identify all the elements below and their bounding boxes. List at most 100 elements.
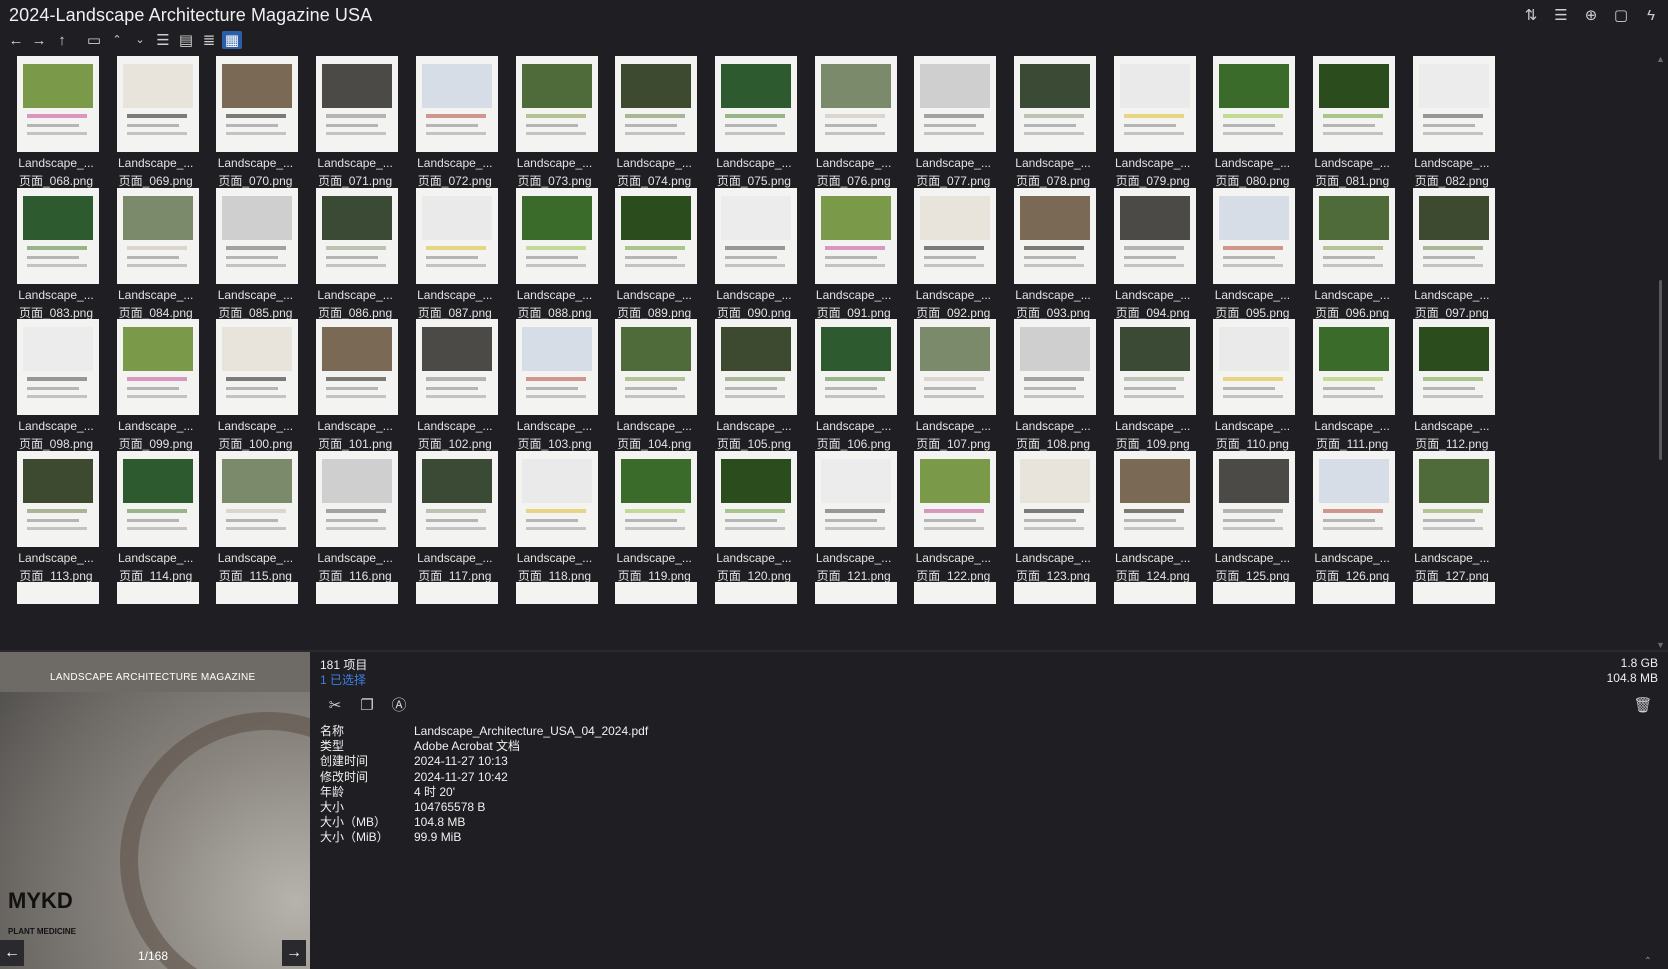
thumbnail-item[interactable]: Landscape_... 页面_078.png: [1001, 52, 1105, 188]
thumbnail-item[interactable]: Landscape_... 页面_106.png: [802, 315, 906, 451]
thumbnail-item[interactable]: Landscape_... 页面_123.png: [1001, 447, 1105, 583]
thumbnail-item[interactable]: [4, 578, 108, 652]
thumbnail-item[interactable]: Landscape_... 页面_072.png: [403, 52, 507, 188]
tree-view-icon[interactable]: ≣: [199, 31, 219, 49]
thumbnail-item[interactable]: Landscape_... 页面_087.png: [403, 184, 507, 320]
page-thumbnail[interactable]: [1014, 56, 1096, 152]
thumbnail-item[interactable]: [602, 578, 706, 652]
page-thumbnail[interactable]: [814, 450, 897, 547]
thumbnail-item[interactable]: Landscape_... 页面_077.png: [901, 52, 1005, 188]
thumbnail-item[interactable]: Landscape_... 页面_117.png: [403, 447, 507, 583]
thumbnail-item[interactable]: Landscape_... 页面_069.png: [104, 52, 208, 188]
page-thumbnail[interactable]: [116, 56, 199, 152]
thumbnail-item[interactable]: Landscape_... 页面_080.png: [1200, 52, 1304, 188]
forward-arrow-icon[interactable]: →: [29, 31, 49, 49]
thumbnail-item[interactable]: [1300, 578, 1404, 652]
page-thumbnail[interactable]: [714, 319, 797, 415]
page-thumbnail[interactable]: [515, 56, 598, 152]
page-thumbnail[interactable]: [316, 582, 399, 604]
page-thumbnail[interactable]: [1014, 319, 1096, 415]
page-thumbnail[interactable]: [714, 582, 797, 604]
thumbnail-item[interactable]: [104, 578, 208, 652]
page-thumbnail[interactable]: [1412, 56, 1495, 152]
page-thumbnail[interactable]: [216, 319, 299, 415]
page-thumbnail[interactable]: [914, 319, 997, 415]
thumbnail-item[interactable]: Landscape_... 页面_104.png: [602, 315, 706, 451]
next-page-button[interactable]: →: [282, 940, 306, 966]
page-thumbnail[interactable]: [116, 319, 199, 415]
thumbnail-item[interactable]: [303, 578, 407, 652]
page-thumbnail[interactable]: [415, 56, 498, 152]
thumbnail-item[interactable]: Landscape_... 页面_074.png: [602, 52, 706, 188]
page-thumbnail[interactable]: [1014, 187, 1096, 284]
thumbnail-item[interactable]: [702, 578, 806, 652]
page-thumbnail[interactable]: [1213, 450, 1296, 547]
thumbnail-item[interactable]: Landscape_... 页面_092.png: [901, 184, 1005, 320]
page-thumbnail[interactable]: [1213, 56, 1296, 152]
thumbnail-item[interactable]: Landscape_... 页面_088.png: [503, 184, 607, 320]
page-thumbnail[interactable]: [17, 56, 99, 152]
page-thumbnail[interactable]: [1113, 582, 1196, 604]
sort-icon[interactable]: ⇅: [1522, 6, 1540, 24]
lightning-icon[interactable]: ϟ: [1642, 6, 1660, 24]
page-thumbnail[interactable]: [615, 450, 698, 547]
page-thumbnail[interactable]: [415, 319, 498, 415]
page-thumbnail[interactable]: [116, 450, 199, 547]
page-thumbnail[interactable]: [1213, 187, 1296, 284]
up-arrow-icon[interactable]: ↑: [52, 31, 72, 49]
page-thumbnail[interactable]: [1313, 582, 1396, 604]
thumbnail-item[interactable]: Landscape_... 页面_085.png: [203, 184, 307, 320]
collapse-icon[interactable]: ⌃: [1644, 956, 1652, 967]
back-arrow-icon[interactable]: ←: [6, 31, 26, 49]
thumbnail-item[interactable]: Landscape_... 页面_108.png: [1001, 315, 1105, 451]
page-thumbnail[interactable]: [116, 187, 199, 284]
page-thumbnail[interactable]: [17, 319, 99, 415]
clipboard-icon[interactable]: ▢: [1612, 6, 1630, 24]
page-thumbnail[interactable]: [17, 450, 99, 547]
thumbnail-item[interactable]: Landscape_... 页面_091.png: [802, 184, 906, 320]
thumbnail-item[interactable]: Landscape_... 页面_102.png: [403, 315, 507, 451]
thumbnail-item[interactable]: Landscape_... 页面_098.png: [4, 315, 108, 451]
chevron-down-icon[interactable]: ⌄: [130, 31, 150, 49]
vertical-scrollbar[interactable]: ▲ ▼: [1654, 52, 1668, 652]
page-thumbnail[interactable]: [1313, 56, 1396, 152]
thumbnail-item[interactable]: Landscape_... 页面_076.png: [802, 52, 906, 188]
page-thumbnail[interactable]: [1213, 319, 1296, 415]
thumbnail-item[interactable]: Landscape_... 页面_119.png: [602, 447, 706, 583]
copy-icon[interactable]: ❐: [358, 696, 376, 714]
thumbnail-item[interactable]: [503, 578, 607, 652]
page-thumbnail[interactable]: [1313, 319, 1396, 415]
page-thumbnail[interactable]: [515, 450, 598, 547]
page-thumbnail[interactable]: [316, 450, 399, 547]
thumbnail-item[interactable]: Landscape_... 页面_068.png: [4, 52, 108, 188]
page-thumbnail[interactable]: [1313, 187, 1396, 284]
page-thumbnail[interactable]: [615, 187, 698, 284]
thumbnail-item[interactable]: [1200, 578, 1304, 652]
thumbnail-item[interactable]: Landscape_... 页面_125.png: [1200, 447, 1304, 583]
delete-icon[interactable]: 🗑: [1633, 696, 1652, 714]
thumbnail-item[interactable]: Landscape_... 页面_111.png: [1300, 315, 1404, 451]
thumbnail-item[interactable]: Landscape_... 页面_110.png: [1200, 315, 1304, 451]
page-thumbnail[interactable]: [615, 56, 698, 152]
page-thumbnail[interactable]: [17, 582, 99, 604]
thumbnail-item[interactable]: Landscape_... 页面_118.png: [503, 447, 607, 583]
page-thumbnail[interactable]: [216, 582, 299, 604]
page-thumbnail[interactable]: [216, 187, 299, 284]
page-thumbnail[interactable]: [1412, 319, 1495, 415]
chevron-up-icon[interactable]: ⌃: [107, 31, 127, 49]
thumbnail-item[interactable]: Landscape_... 页面_120.png: [702, 447, 806, 583]
page-thumbnail[interactable]: [914, 582, 997, 604]
thumbnail-item[interactable]: Landscape_... 页面_121.png: [802, 447, 906, 583]
thumbnail-item[interactable]: Landscape_... 页面_105.png: [702, 315, 806, 451]
thumbnail-item[interactable]: Landscape_... 页面_113.png: [4, 447, 108, 583]
page-thumbnail[interactable]: [316, 187, 399, 284]
thumbnail-item[interactable]: Landscape_... 页面_124.png: [1101, 447, 1205, 583]
page-thumbnail[interactable]: [1412, 187, 1495, 284]
page-thumbnail[interactable]: [1213, 582, 1296, 604]
page-thumbnail[interactable]: [1313, 450, 1396, 547]
thumbnail-item[interactable]: Landscape_... 页面_096.png: [1300, 184, 1404, 320]
thumbnail-item[interactable]: [403, 578, 507, 652]
thumbnail-item[interactable]: Landscape_... 页面_073.png: [503, 52, 607, 188]
thumbnail-item[interactable]: [901, 578, 1005, 652]
page-thumbnail[interactable]: [714, 450, 797, 547]
